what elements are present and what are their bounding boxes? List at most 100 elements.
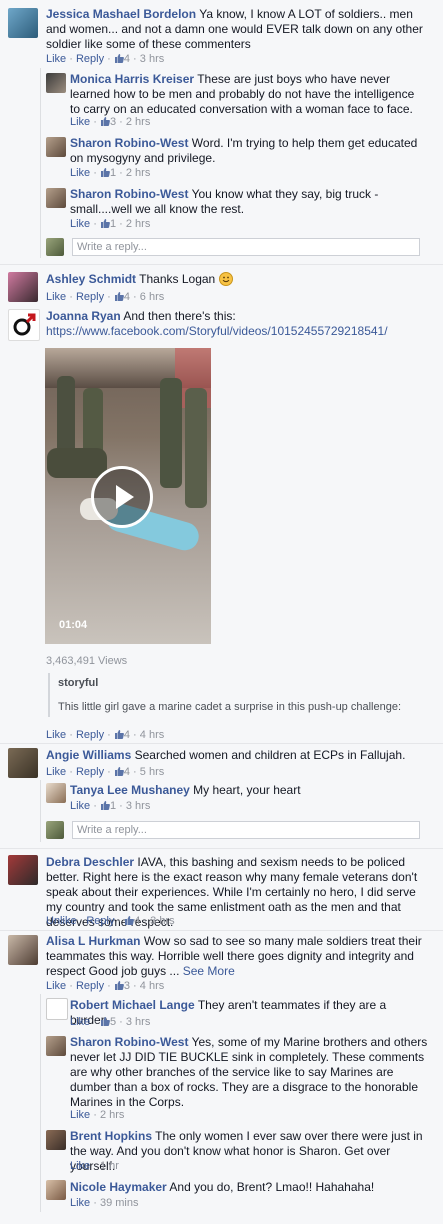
avatar[interactable] (8, 748, 38, 778)
reply-body: Sharon Robino-West Yes, some of my Marin… (70, 1035, 430, 1110)
timestamp[interactable]: 4 hrs (140, 980, 164, 992)
commenter-name[interactable]: Jessica Mashael Bordelon (46, 7, 196, 21)
reply-link[interactable]: Reply (76, 729, 104, 741)
comment-body: Jessica Mashael Bordelon Ya know, I know… (46, 7, 426, 52)
reply-body: Brent Hopkins The only women I ever saw … (70, 1129, 430, 1174)
avatar[interactable] (8, 8, 38, 38)
see-more-link[interactable]: See More (183, 964, 235, 978)
thumbs-up-icon (100, 167, 110, 177)
timestamp[interactable]: 39 mins (100, 1197, 139, 1209)
timestamp[interactable]: 2 hrs (126, 218, 150, 230)
thumbs-up-icon (114, 53, 124, 63)
commenter-name[interactable]: Sharon Robino-West (70, 136, 188, 150)
timestamp[interactable]: 5 hrs (140, 766, 164, 778)
comment-body: Ashley Schmidt Thanks Logan (46, 272, 426, 290)
like-link[interactable]: Like (70, 218, 90, 230)
like-link[interactable]: Like (46, 766, 66, 778)
unlike-link[interactable]: Unlike (46, 915, 77, 927)
comment-actions: Like · 39 mins (70, 1196, 139, 1210)
comment-actions: Like · 5 · 3 hrs (70, 1015, 150, 1029)
timestamp[interactable]: 2 hrs (126, 167, 150, 179)
commenter-name[interactable]: Tanya Lee Mushaney (70, 783, 190, 797)
timestamp[interactable]: 2 hrs (126, 116, 150, 128)
timestamp[interactable]: 3 hrs (140, 53, 164, 65)
separator: · (116, 800, 126, 812)
like-link[interactable]: Like (70, 1109, 90, 1121)
like-link[interactable]: Like (70, 1160, 90, 1172)
reply-body: Monica Harris Kreiser These are just boy… (70, 72, 425, 117)
video-link[interactable]: https://www.facebook.com/Storyful/videos… (46, 324, 388, 338)
like-link[interactable]: Like (70, 116, 90, 128)
comment-actions: Like · 2 hrs (70, 1108, 124, 1122)
reply-link[interactable]: Reply (76, 980, 104, 992)
thumbs-up-icon (114, 766, 124, 776)
video-thumbnail[interactable]: 01:04 (45, 348, 211, 644)
avatar[interactable] (46, 1130, 66, 1150)
avatar[interactable] (46, 188, 66, 208)
play-button[interactable] (91, 466, 153, 528)
avatar[interactable] (46, 1180, 66, 1200)
timestamp[interactable]: 1 hr (100, 1160, 119, 1172)
timestamp[interactable]: 2 hrs (100, 1109, 124, 1121)
thumbs-up-icon (100, 800, 110, 810)
comment-actions: Unlike · Reply · 4 · 3 hrs (46, 914, 175, 928)
like-link[interactable]: Like (46, 729, 66, 741)
thumbs-up-icon (114, 291, 124, 301)
avatar[interactable] (8, 935, 38, 965)
comment-body: Joanna Ryan And then there's this: https… (46, 309, 426, 339)
reply-link[interactable]: Reply (86, 915, 114, 927)
commenter-name[interactable]: Monica Harris Kreiser (70, 72, 194, 86)
commenter-name[interactable]: Sharon Robino-West (70, 1035, 188, 1049)
divider (0, 930, 443, 931)
reply-link[interactable]: Reply (76, 53, 104, 65)
separator: · (66, 766, 76, 778)
like-link[interactable]: Like (70, 1197, 90, 1209)
like-link[interactable]: Like (70, 167, 90, 179)
timestamp[interactable]: 3 hrs (126, 1016, 150, 1028)
avatar[interactable] (8, 272, 38, 302)
avatar[interactable] (46, 783, 66, 803)
commenter-name[interactable]: Brent Hopkins (70, 1129, 152, 1143)
like-link[interactable]: Like (70, 800, 90, 812)
commenter-name[interactable]: Alisa L Hurkman (46, 934, 140, 948)
comment-actions: Like · 1 · 2 hrs (70, 166, 150, 180)
video-source-name[interactable]: storyful (58, 677, 98, 689)
separator: · (130, 766, 140, 778)
reply-link[interactable]: Reply (76, 291, 104, 303)
commenter-name[interactable]: Robert Michael Lange (70, 998, 195, 1012)
separator: · (104, 729, 114, 741)
comment-actions: Like · 3 · 2 hrs (70, 115, 150, 129)
comment-body: Angie Williams Searched women and childr… (46, 748, 426, 763)
separator: · (66, 729, 76, 741)
avatar[interactable] (46, 998, 68, 1020)
like-link[interactable]: Like (46, 291, 66, 303)
timestamp[interactable]: 3 hrs (150, 915, 174, 927)
timestamp[interactable]: 3 hrs (126, 800, 150, 812)
like-link[interactable]: Like (46, 980, 66, 992)
timestamp[interactable]: 4 hrs (140, 729, 164, 741)
write-reply-input[interactable]: Write a reply... (72, 238, 420, 256)
timestamp[interactable]: 6 hrs (140, 291, 164, 303)
like-link[interactable]: Like (70, 1016, 90, 1028)
commenter-name[interactable]: Ashley Schmidt (46, 272, 136, 286)
separator: · (90, 218, 100, 230)
avatar[interactable] (46, 73, 66, 93)
write-reply-input[interactable]: Write a reply... (72, 821, 420, 839)
avatar[interactable] (46, 1036, 66, 1056)
commenter-name[interactable]: Debra Deschler (46, 855, 134, 869)
video-duration: 01:04 (59, 619, 88, 631)
reply-thread-line (40, 68, 41, 258)
like-link[interactable]: Like (46, 53, 66, 65)
divider (0, 743, 443, 744)
commenter-name[interactable]: Sharon Robino-West (70, 187, 188, 201)
reply-link[interactable]: Reply (76, 766, 104, 778)
reply-thread-line (40, 994, 41, 1212)
commenter-name[interactable]: Angie Williams (46, 748, 131, 762)
avatar[interactable] (8, 855, 38, 885)
avatar[interactable] (46, 137, 66, 157)
commenter-name[interactable]: Nicole Haymaker (70, 1180, 167, 1194)
separator: · (104, 766, 114, 778)
avatar (46, 821, 64, 839)
avatar[interactable] (8, 309, 40, 341)
commenter-name[interactable]: Joanna Ryan (46, 309, 121, 323)
